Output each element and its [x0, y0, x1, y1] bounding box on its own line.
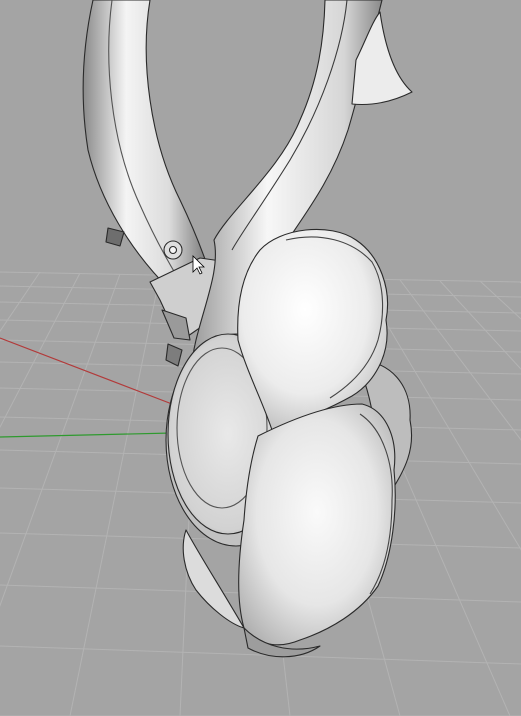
x-axis-line	[0, 337, 173, 405]
viewport-canvas[interactable]	[0, 0, 521, 716]
petal-upper[interactable]	[237, 228, 389, 431]
hook-strap[interactable]	[82, 0, 207, 291]
rhino-perspective-viewport[interactable]	[0, 0, 521, 716]
hook-slot[interactable]	[105, 227, 125, 247]
hinge-pin-center	[168, 245, 178, 255]
clasp-tooth-lower[interactable]	[165, 343, 183, 367]
y-axis-line	[0, 432, 173, 438]
petal-lower[interactable]	[238, 403, 396, 646]
pendant-model[interactable]	[82, 0, 413, 658]
